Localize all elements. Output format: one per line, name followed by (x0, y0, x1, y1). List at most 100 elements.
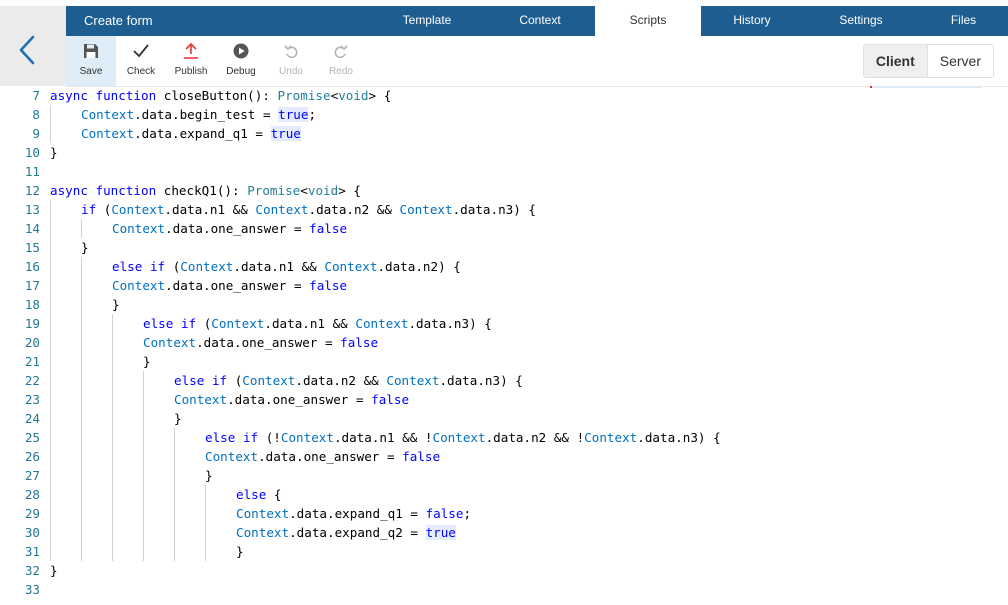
indent-guide (112, 409, 113, 428)
code-line[interactable]: 13 if (Context.data.n1 && Context.data.n2… (0, 200, 1008, 219)
client-server-toggle: Client Server (862, 44, 994, 78)
indent-guide (143, 447, 144, 466)
line-number: 18 (24, 297, 40, 312)
code-token: .data.expand_q2 = (289, 525, 426, 540)
code-line[interactable]: 23 Context.data.one_answer = false (0, 390, 1008, 409)
redo-button[interactable]: Redo (316, 36, 366, 86)
code-token: .data.begin_test = (134, 107, 279, 122)
code-token: void (338, 88, 369, 103)
code-line[interactable]: 28 else { (0, 485, 1008, 504)
code-line[interactable]: 29 Context.data.expand_q1 = false; (0, 504, 1008, 523)
back-button[interactable] (14, 34, 40, 68)
tab-files[interactable]: Files (919, 6, 1008, 36)
code-line[interactable]: 19 else if (Context.data.n1 && Context.da… (0, 314, 1008, 333)
code-token: .data.n1 && (164, 202, 256, 217)
indent-guide (50, 409, 51, 428)
code-line[interactable]: 17 Context.data.one_answer = false (0, 276, 1008, 295)
line-number: 31 (24, 544, 40, 559)
publish-label: Publish (174, 66, 208, 77)
line-number: 21 (24, 354, 40, 369)
indent-guide (50, 390, 51, 409)
line-number: 8 (32, 107, 40, 122)
indent-guide (112, 466, 113, 485)
indent-guide (81, 466, 82, 485)
code-line[interactable]: 15} (0, 238, 1008, 257)
code-editor[interactable]: 7 async function closeButton(): Promise<v… (0, 86, 1008, 605)
code-token: > { (368, 88, 392, 103)
indent-guide (50, 200, 51, 219)
code-line[interactable]: 32} (0, 561, 1008, 580)
code-line[interactable]: 31} (0, 542, 1008, 561)
code-line[interactable]: 12 async function checkQ1(): Promise<void… (0, 181, 1008, 200)
code-line[interactable]: 8 Context.data.begin_test = true; (0, 105, 1008, 124)
code-line[interactable]: 21} (0, 352, 1008, 371)
indent-guide (81, 257, 82, 276)
code-line[interactable]: 26 Context.data.one_answer = false (0, 447, 1008, 466)
code-token: Context (180, 259, 234, 274)
code-line[interactable]: 16 else if (Context.data.n1 && Context.da… (0, 257, 1008, 276)
play-icon (233, 43, 249, 59)
tab-history[interactable]: History (701, 6, 803, 36)
indent-guide (112, 504, 113, 523)
code-token: } (50, 145, 58, 160)
code-text: if (Context.data.n1 && Context.data.n2 &… (81, 200, 536, 219)
debug-button[interactable]: Debug (216, 36, 266, 86)
code-line[interactable]: 7 async function closeButton(): Promise<v… (0, 86, 1008, 105)
code-line[interactable]: 22 else if (Context.data.n2 && Context.da… (0, 371, 1008, 390)
client-button[interactable]: Client (863, 45, 927, 77)
code-line[interactable]: 25 else if (!Context.data.n1 && !Context.… (0, 428, 1008, 447)
code-token: ( (96, 202, 112, 217)
code-token: .data.n1 && ! (333, 430, 433, 445)
code-text: async function checkQ1(): Promise<void> … (50, 181, 361, 200)
save-icon (84, 44, 98, 58)
indent-guide (205, 523, 206, 542)
code-text: Context.data.begin_test = true; (81, 105, 316, 124)
publish-button[interactable]: Publish (166, 36, 216, 86)
indent-guide (81, 428, 82, 447)
toolbar: Save Check Publish Debug Undo Redo Clien… (66, 36, 1008, 87)
code-token: Context (355, 316, 409, 331)
indent-guide (50, 523, 51, 542)
indent-guide (50, 504, 51, 523)
code-line[interactable]: 9 Context.data.expand_q1 = true (0, 124, 1008, 143)
code-token: false (309, 278, 348, 293)
code-line[interactable]: 14 Context.data.one_answer = false (0, 219, 1008, 238)
check-button[interactable]: Check (116, 36, 166, 86)
code-text: else if (Context.data.n2 && Context.data… (174, 371, 523, 390)
code-token: else (236, 487, 267, 502)
tab-settings[interactable]: Settings (803, 6, 919, 36)
indent-guide (50, 257, 51, 276)
tab-scripts[interactable]: Scripts (595, 6, 701, 36)
code-text: Context.data.one_answer = false (174, 390, 409, 409)
code-line[interactable]: 18} (0, 295, 1008, 314)
tab-context[interactable]: Context (486, 6, 594, 36)
code-line[interactable]: 20 Context.data.one_answer = false (0, 333, 1008, 352)
undo-button[interactable]: Undo (266, 36, 316, 86)
code-token: Context (386, 373, 440, 388)
indent-guide (81, 485, 82, 504)
code-text: Context.data.one_answer = false (112, 276, 347, 295)
code-line[interactable]: 33 (0, 580, 1008, 599)
line-number: 20 (24, 335, 40, 350)
code-token: Context (584, 430, 638, 445)
code-token: .data.n2 && ! (485, 430, 585, 445)
code-text: } (174, 409, 182, 428)
code-line[interactable]: 27} (0, 466, 1008, 485)
save-button[interactable]: Save (66, 36, 116, 86)
code-token: if (149, 259, 166, 274)
line-number: 30 (24, 525, 40, 540)
indent-guide (174, 504, 175, 523)
upload-icon (184, 42, 198, 59)
tab-template[interactable]: Template (368, 6, 486, 36)
code-token: Context (236, 525, 290, 540)
indent-guide (81, 371, 82, 390)
line-number: 32 (24, 563, 40, 578)
server-button[interactable]: Server (926, 45, 993, 77)
code-line[interactable]: 24} (0, 409, 1008, 428)
indent-guide (81, 390, 82, 409)
indent-guide (205, 485, 206, 504)
code-line[interactable]: 30 Context.data.expand_q2 = true (0, 523, 1008, 542)
code-line[interactable]: 11 (0, 162, 1008, 181)
code-token: Context (174, 392, 228, 407)
code-line[interactable]: 10} (0, 143, 1008, 162)
